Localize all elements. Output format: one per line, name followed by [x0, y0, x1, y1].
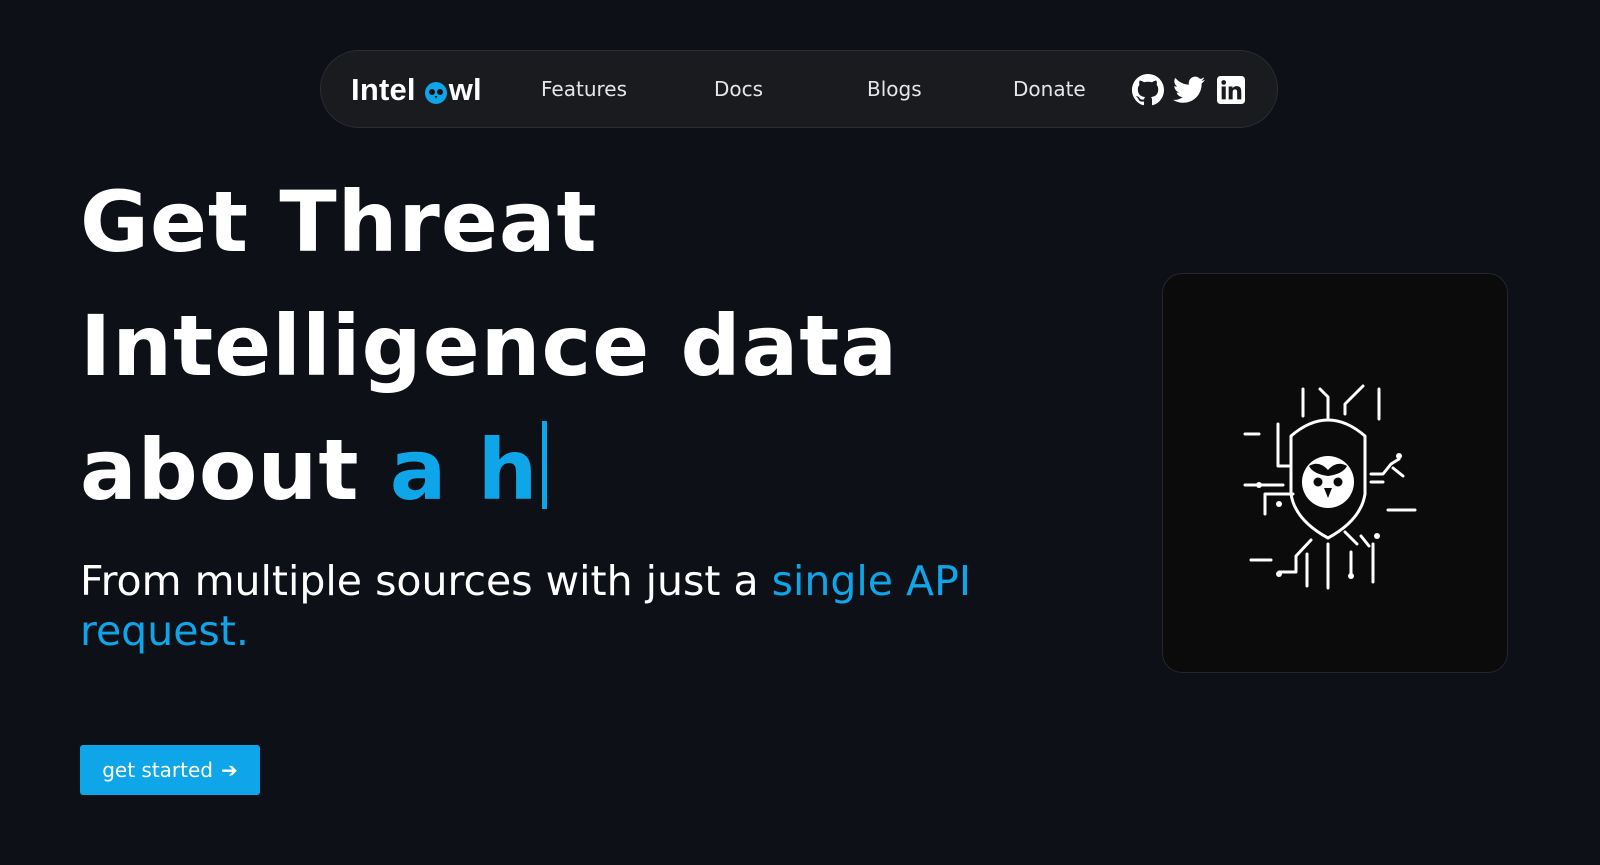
linkedin-icon[interactable] — [1214, 73, 1248, 107]
get-started-button[interactable]: get started ➔ — [80, 745, 260, 795]
arrow-right-icon: ➔ — [221, 758, 238, 782]
get-started-label: get started — [102, 758, 213, 782]
hero-title-line-1: Get Threat — [80, 173, 598, 271]
hero-title: Get Threat Intelligence data about a h — [80, 160, 898, 532]
shield-owl-circuit-icon — [1243, 384, 1417, 590]
github-icon[interactable] — [1131, 73, 1165, 107]
nav-link-features[interactable]: Features — [541, 77, 627, 101]
top-nav: Intel wl Features Docs Blogs Donate — [320, 50, 1278, 128]
typed-text: a h — [389, 421, 539, 519]
hero-subtitle: From multiple sources with just a single… — [80, 556, 980, 656]
nav-link-docs[interactable]: Docs — [714, 77, 763, 101]
nav-link-donate[interactable]: Donate — [1013, 77, 1086, 101]
owl-icon — [424, 82, 447, 104]
nav-link-blogs[interactable]: Blogs — [867, 77, 922, 101]
typing-caret — [542, 421, 548, 509]
subtitle-text: From multiple sources with just a — [80, 557, 772, 605]
hero-title-prefix: about — [80, 421, 390, 519]
hero-illustration-card — [1162, 273, 1508, 673]
logo[interactable]: Intel wl — [351, 71, 482, 109]
logo-text-left: Intel — [351, 72, 416, 107]
hero-title-line-3: about a h — [80, 408, 898, 532]
hero-title-line-2: Intelligence data — [80, 297, 899, 395]
twitter-icon[interactable] — [1172, 73, 1206, 107]
logo-text-right: wl — [448, 72, 482, 107]
